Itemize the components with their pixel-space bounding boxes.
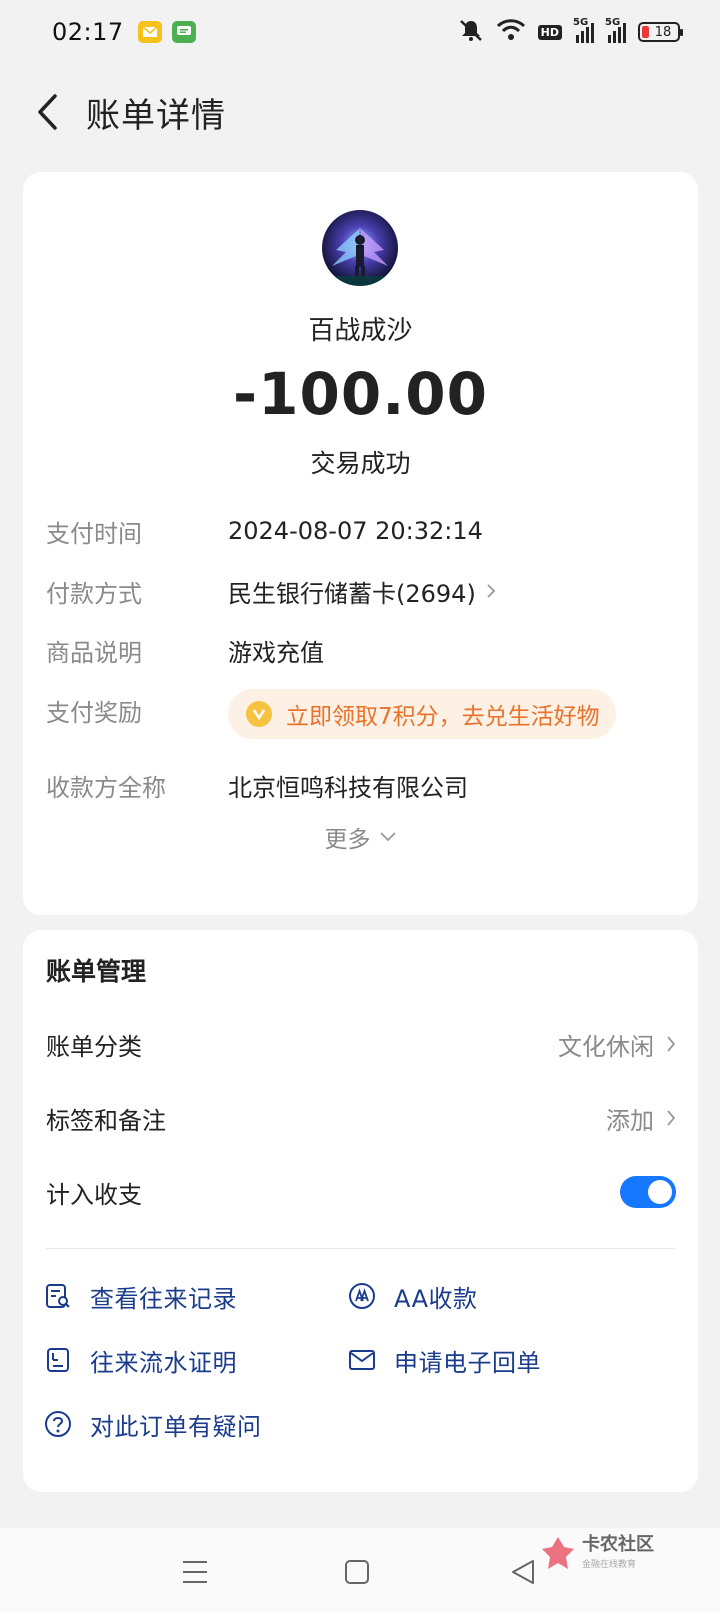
back-nav-button[interactable] (503, 1552, 543, 1592)
detail-label: 支付时间 (46, 519, 142, 548)
coin-icon (246, 701, 272, 727)
aa-icon (348, 1282, 376, 1310)
more-button[interactable]: 更多 (23, 820, 698, 854)
status-time: 02:17 (52, 18, 124, 46)
tags-notes-value: 添加 (606, 1106, 654, 1135)
watermark-title: 卡农社区 (582, 1534, 654, 1555)
order-question-button[interactable]: 对此订单有疑问 (44, 1402, 262, 1446)
more-label: 更多 (324, 827, 371, 853)
question-icon (44, 1410, 72, 1438)
bill-category-row[interactable]: 账单分类 文化休闲 (46, 1018, 676, 1070)
status-bar: 02:17 HD 5G 5G 18 (0, 0, 720, 64)
wifi-icon (496, 19, 526, 45)
bill-category-value: 文化休闲 (558, 1032, 654, 1061)
recent-apps-button[interactable] (175, 1552, 215, 1592)
records-search-icon (44, 1282, 72, 1310)
detail-row-payment-method[interactable]: 付款方式 民生银行储蓄卡(2694) (46, 571, 675, 611)
chevron-right-icon (667, 1110, 676, 1126)
detail-row-pay-time: 支付时间 2024-08-07 20:32:14 (46, 511, 675, 551)
detail-value: 2024-08-07 20:32:14 (228, 517, 483, 545)
statement-proof-button[interactable]: 往来流水证明 (44, 1338, 237, 1382)
detail-row-product-desc: 商品说明 游戏充值 (46, 630, 675, 670)
menu-icon (183, 1561, 207, 1583)
message-notification-icon (171, 21, 196, 43)
watermark-logo-icon (540, 1535, 576, 1571)
transaction-amount: -100.00 (233, 360, 488, 428)
detail-value: 北京恒鸣科技有限公司 (228, 773, 468, 802)
chevron-right-icon (667, 1036, 676, 1052)
watermark-subtitle: 金融在线教育 (582, 1560, 637, 1570)
include-income-expense-row: 计入收支 (46, 1166, 676, 1218)
back-button[interactable] (18, 82, 78, 142)
mute-icon (458, 18, 484, 46)
e-receipt-button[interactable]: 申请电子回单 (348, 1338, 541, 1382)
detail-row-reward: 支付奖励 立即领取7积分，去兑生活好物 (46, 689, 675, 739)
triangle-back-icon (512, 1560, 534, 1584)
hd-voice-badge: HD (537, 24, 562, 40)
header: 账单详情 (0, 72, 720, 152)
envelope-icon (348, 1346, 376, 1374)
bill-management-card: 账单管理 账单分类 文化休闲 标签和备注 添加 计入收支 查看往来记录 AA收款 (23, 930, 698, 1492)
chevron-right-icon (487, 584, 496, 598)
chevron-down-icon (379, 832, 396, 842)
reward-text: 立即领取7积分，去兑生活好物 (286, 704, 600, 730)
reward-claim-button[interactable]: 立即领取7积分，去兑生活好物 (228, 689, 616, 739)
battery-icon: 18 (638, 22, 683, 42)
detail-label: 收款方全称 (46, 773, 166, 802)
back-arrow-icon (38, 94, 57, 130)
mail-notification-icon (137, 21, 162, 43)
view-records-button[interactable]: 查看往来记录 (44, 1274, 237, 1318)
home-button[interactable] (337, 1552, 377, 1592)
detail-label: 付款方式 (46, 579, 142, 608)
transaction-status: 交易成功 (310, 449, 411, 478)
aa-collect-button[interactable]: AA收款 (348, 1274, 478, 1318)
bill-category-label: 账单分类 (46, 1032, 142, 1061)
battery-level: 18 (654, 24, 672, 40)
tags-notes-row[interactable]: 标签和备注 添加 (46, 1092, 676, 1144)
detail-value: 游戏充值 (228, 638, 324, 667)
include-toggle[interactable] (620, 1176, 676, 1208)
detail-label: 支付奖励 (46, 699, 142, 727)
signal-icon-1: 5G (573, 17, 594, 43)
status-icons: HD 5G 5G 18 (458, 17, 683, 46)
transaction-card: 百战成沙 -100.00 交易成功 支付时间 2024-08-07 20:32:… (23, 172, 698, 915)
payment-method-value[interactable]: 民生银行储蓄卡(2694) (228, 574, 496, 609)
detail-label: 商品说明 (46, 638, 142, 667)
merchant-avatar (322, 210, 398, 286)
detail-row-payee: 收款方全称 北京恒鸣科技有限公司 (46, 765, 675, 805)
tags-notes-label: 标签和备注 (46, 1106, 166, 1135)
merchant-name: 百战成沙 (308, 316, 413, 346)
include-label: 计入收支 (46, 1180, 142, 1209)
detail-value: 民生银行储蓄卡(2694) (228, 579, 476, 608)
divider (46, 1248, 675, 1249)
watermark: 卡农社区 金融在线教育 (540, 1528, 680, 1578)
section-title: 账单管理 (46, 957, 147, 986)
page-title: 账单详情 (86, 95, 226, 136)
statement-icon (44, 1346, 72, 1374)
square-home-icon (345, 1560, 369, 1584)
signal-icon-2: 5G (605, 17, 626, 43)
